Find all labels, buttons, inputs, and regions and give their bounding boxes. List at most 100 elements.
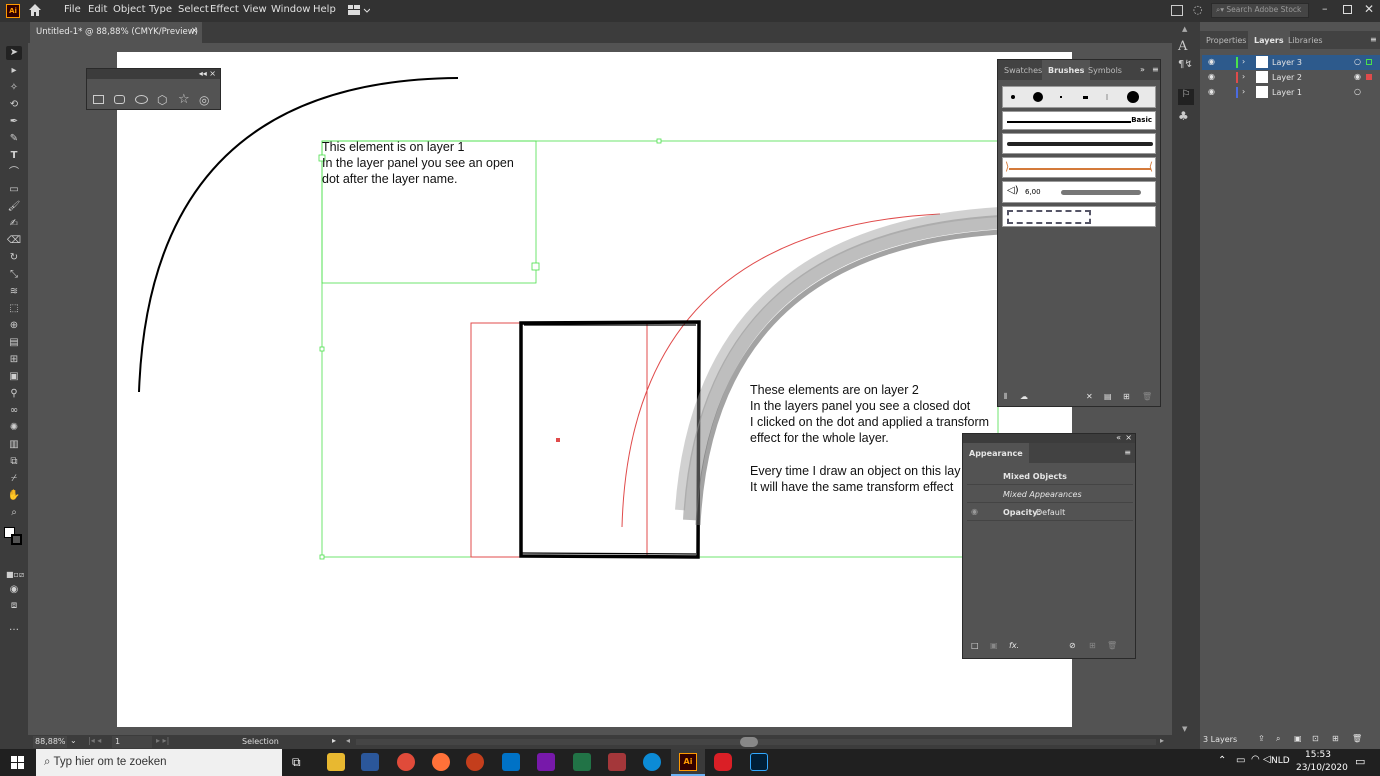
target-circle-icon[interactable]: ○ [1354, 57, 1361, 66]
brush-arrow-row[interactable]: ⟩ ⟨ [1002, 157, 1156, 178]
brush-options-icon[interactable]: ▤ [1104, 392, 1112, 401]
visibility-eye-icon[interactable]: ◉ [1208, 87, 1215, 96]
polygon-shape-icon[interactable]: ⬡ [157, 93, 167, 107]
expand-chevron-icon[interactable]: › [1242, 87, 1245, 96]
scroll-up-icon[interactable]: ▲ [1182, 25, 1187, 33]
add-fill-icon[interactable]: ▣ [990, 641, 998, 650]
brush-tip-tiny-icon[interactable] [1060, 96, 1062, 98]
brushes-panel-icon[interactable]: ⚐ [1178, 89, 1194, 105]
rectangle-shape-icon[interactable] [93, 95, 104, 104]
glyphs-panel-icon[interactable]: ¶↯ [1178, 59, 1193, 70]
clipping-mask-icon[interactable]: ▣ [1294, 734, 1302, 743]
onenote-icon[interactable] [537, 753, 555, 771]
new-sublayer-icon[interactable]: ⊡ [1312, 734, 1319, 743]
new-brush-icon[interactable]: ⊞ [1123, 392, 1130, 401]
expand-chevron-icon[interactable]: › [1242, 72, 1245, 81]
tab-swatches[interactable]: Swatches [1004, 66, 1042, 75]
layer-row[interactable]: ◉ › Layer 3 ○ [1202, 55, 1380, 70]
appearance-mixed-objects-row[interactable]: Mixed Objects [967, 468, 1133, 485]
wifi-icon[interactable]: ◠ [1251, 754, 1260, 765]
layer-name[interactable]: Layer 3 [1272, 58, 1302, 67]
chrome-icon[interactable] [397, 753, 415, 771]
target-circle-icon[interactable]: ○ [1354, 87, 1361, 96]
appearance-panel-header[interactable]: « × [963, 433, 1135, 443]
brush-tip-dashed-icon[interactable] [1083, 96, 1088, 99]
new-layer-icon[interactable]: ⊞ [1332, 734, 1339, 743]
appearance-close-icon[interactable]: × [1125, 433, 1132, 442]
zoom-select[interactable]: 88,88% [33, 736, 67, 748]
tab-layers[interactable]: Layers [1248, 31, 1290, 49]
illustrator-active-taskbar-icon[interactable]: Ai [671, 749, 705, 776]
tab-libraries[interactable]: Libraries [1288, 36, 1323, 45]
layer-row[interactable]: ◉ › Layer 2 ◉ [1202, 70, 1380, 85]
rounded-rectangle-shape-icon[interactable] [114, 95, 125, 104]
appearance-collapse-icon[interactable]: « [1116, 433, 1121, 442]
layer-name[interactable]: Layer 1 [1272, 88, 1302, 97]
panel-menu-icon[interactable]: ≡ [1152, 65, 1159, 74]
brush-pattern-row[interactable] [1002, 206, 1156, 227]
brush-basic-row[interactable]: Basic [1002, 111, 1156, 130]
flare-shape-icon[interactable]: ◎ [199, 93, 209, 107]
task-view-icon[interactable]: ⧉ [292, 755, 301, 770]
creative-cloud-icon[interactable] [714, 753, 732, 771]
tab-symbols[interactable]: Symbols [1088, 66, 1122, 75]
scroll-left-icon[interactable]: ◂ [346, 736, 350, 745]
appearance-opacity-row[interactable]: ◉ Opacity: Default [967, 504, 1133, 521]
language-indicator[interactable]: NLD [1271, 756, 1290, 766]
visibility-eye-icon[interactable]: ◉ [1208, 72, 1215, 81]
edge-icon[interactable] [643, 753, 661, 771]
export-icon[interactable]: ⇪ [1258, 734, 1265, 743]
ellipse-shape-icon[interactable] [135, 95, 148, 104]
layers-menu-icon[interactable]: ≡ [1370, 35, 1377, 44]
selection-indicator[interactable] [1366, 59, 1372, 65]
scroll-right-icon[interactable]: ▸ [1160, 736, 1164, 745]
brush-tip-small-icon[interactable] [1011, 95, 1015, 99]
star-shape-icon[interactable]: ☆ [178, 92, 190, 107]
artboard-nav-next-icon[interactable]: ▸ ▸| [156, 736, 169, 745]
network-icon[interactable]: ▭ [1236, 755, 1245, 766]
expand-chevron-icon[interactable]: › [1242, 57, 1245, 66]
outlook-icon[interactable] [502, 753, 520, 771]
layer-row[interactable]: ◉ › Layer 1 ○ [1202, 85, 1380, 100]
current-tool-label[interactable]: Selection [242, 737, 279, 746]
libraries-panel-icon[interactable]: ☁ [1020, 392, 1028, 401]
access-icon[interactable] [608, 753, 626, 771]
panel-expand-icon[interactable]: » [1140, 65, 1145, 74]
layer-name[interactable]: Layer 2 [1272, 73, 1302, 82]
remove-brush-stroke-icon[interactable]: ✕ [1086, 392, 1093, 401]
zoom-dropdown-icon[interactable]: ⌄ [70, 736, 77, 745]
clock-date[interactable]: 23/10/2020 [1296, 763, 1348, 773]
clear-appearance-icon[interactable]: ⊘ [1069, 641, 1076, 650]
add-stroke-icon[interactable]: □ [971, 641, 979, 650]
powerpoint-icon[interactable] [466, 753, 484, 771]
character-panel-icon[interactable]: A [1178, 39, 1187, 54]
tab-properties[interactable]: Properties [1206, 36, 1246, 45]
brush-tip-xl-icon[interactable] [1127, 91, 1139, 103]
notification-center-icon[interactable]: ▭ [1355, 755, 1365, 768]
scroll-down-icon[interactable]: ▼ [1182, 725, 1187, 733]
delete-layer-icon[interactable]: 🗑 [1352, 734, 1362, 743]
status-menu-arrow-icon[interactable]: ▸ [332, 736, 336, 745]
volume-icon[interactable]: ◁ [1263, 754, 1271, 765]
brush-tip-faint-icon[interactable] [1106, 94, 1108, 100]
taskbar-search-input[interactable]: ⌕ Typ hier om te zoeken [36, 749, 282, 776]
target-filled-circle-icon[interactable]: ◉ [1354, 72, 1361, 81]
scrollbar-thumb[interactable] [740, 737, 758, 747]
floating-toolbar-header[interactable]: ◂◂ × [87, 69, 220, 79]
appearance-menu-icon[interactable]: ≡ [1124, 448, 1131, 457]
artboard-number-input[interactable]: 1 [112, 736, 152, 748]
brush-calligraphic-row[interactable]: ◁) 6,00 [1002, 181, 1156, 203]
excel-icon[interactable] [573, 753, 591, 771]
brush-charcoal-row[interactable] [1002, 133, 1156, 154]
artboard-nav-prev-icon[interactable]: |◂ ◂ [88, 736, 101, 745]
tab-brushes[interactable]: Brushes [1042, 60, 1091, 80]
selection-indicator[interactable] [1366, 74, 1372, 80]
firefox-icon[interactable] [432, 753, 450, 771]
brush-libraries-icon[interactable]: ⫴ [1004, 392, 1007, 402]
delete-brush-icon[interactable]: 🗑 [1142, 392, 1152, 401]
show-hidden-icons[interactable]: ⌃ [1218, 755, 1226, 766]
windows-start-icon[interactable] [11, 756, 24, 769]
horizontal-scrollbar[interactable] [356, 737, 1156, 747]
photoshop-icon[interactable] [750, 753, 768, 771]
file-explorer-icon[interactable] [327, 753, 345, 771]
